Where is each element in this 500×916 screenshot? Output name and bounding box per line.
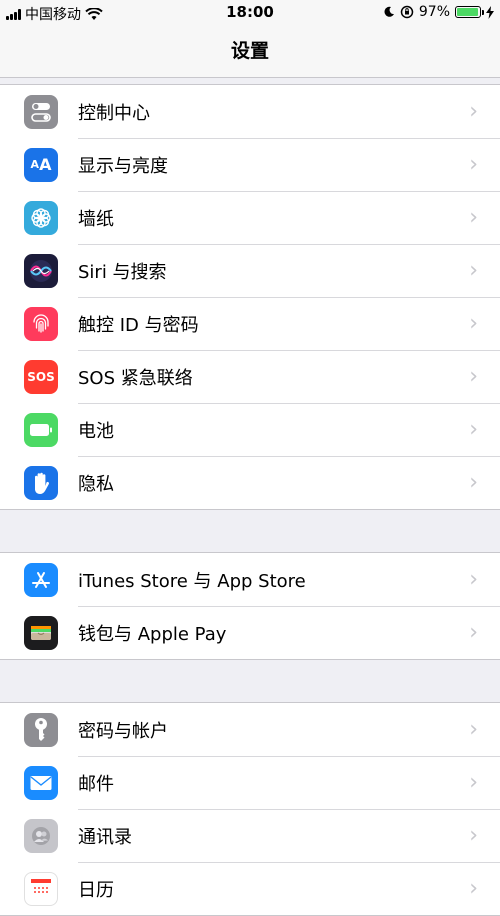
chevron-right-icon: › xyxy=(469,567,478,592)
page-title: 设置 xyxy=(230,40,269,62)
settings-row-display[interactable]: AA 显示与亮度 › xyxy=(0,138,500,191)
settings-row-label: 控制中心 xyxy=(78,102,150,124)
chevron-right-icon: › xyxy=(469,470,478,495)
settings-row-label: 通讯录 xyxy=(78,826,132,848)
settings-list: 控制中心 › AA 显示与亮度 › 墙纸 › Siri 与搜索 › 触控 ID … xyxy=(0,78,500,916)
display-brightness-icon: AA xyxy=(24,147,58,182)
chevron-right-icon: › xyxy=(469,364,478,389)
battery-icon xyxy=(24,412,58,447)
settings-row-contacts[interactable]: 通讯录 › xyxy=(0,809,500,862)
status-indicators: 97% xyxy=(383,4,494,20)
moon-icon xyxy=(384,6,394,17)
chevron-right-icon: › xyxy=(469,717,478,742)
key-icon xyxy=(24,712,58,747)
settings-group-system: 控制中心 › AA 显示与亮度 › 墙纸 › Siri 与搜索 › 触控 ID … xyxy=(0,84,500,510)
settings-group-apps: 密码与帐户 › 邮件 › 通讯录 › 日历 › xyxy=(0,702,500,916)
control-center-icon xyxy=(24,94,58,129)
settings-row-label: iTunes Store 与 App Store xyxy=(78,570,306,592)
chevron-right-icon: › xyxy=(469,770,478,795)
siri-icon xyxy=(24,253,58,288)
settings-row-siri[interactable]: Siri 与搜索 › xyxy=(0,244,500,297)
charging-bolt-icon xyxy=(486,5,494,19)
rotation-lock-icon xyxy=(400,5,414,19)
settings-row-battery[interactable]: 电池 › xyxy=(0,403,500,456)
sos-icon: SOS xyxy=(24,359,58,394)
settings-row-label: 墙纸 xyxy=(78,208,114,230)
settings-row-touch-id[interactable]: 触控 ID 与密码 › xyxy=(0,297,500,350)
navigation-bar: 设置 xyxy=(0,26,500,78)
privacy-hand-icon xyxy=(24,465,58,500)
settings-row-privacy[interactable]: 隐私 › xyxy=(0,456,500,509)
settings-row-wallet[interactable]: 钱包与 Apple Pay › xyxy=(0,606,500,659)
touch-id-icon xyxy=(24,306,58,341)
settings-row-label: 邮件 xyxy=(78,773,114,795)
settings-row-label: 钱包与 Apple Pay xyxy=(78,623,227,645)
settings-row-label: 触控 ID 与密码 xyxy=(78,314,199,336)
app-store-icon xyxy=(24,562,58,597)
contacts-icon xyxy=(24,818,58,853)
wallet-icon xyxy=(24,615,58,650)
chevron-right-icon: › xyxy=(469,823,478,848)
settings-row-label: 显示与亮度 xyxy=(78,155,168,177)
chevron-right-icon: › xyxy=(469,258,478,283)
settings-group-stores: iTunes Store 与 App Store › 钱包与 Apple Pay… xyxy=(0,552,500,660)
settings-row-control-center[interactable]: 控制中心 › xyxy=(0,85,500,138)
settings-row-mail[interactable]: 邮件 › xyxy=(0,756,500,809)
chevron-right-icon: › xyxy=(469,205,478,230)
chevron-right-icon: › xyxy=(469,152,478,177)
settings-row-app-store[interactable]: iTunes Store 与 App Store › xyxy=(0,553,500,606)
status-bar: 中国移动 18:00 97% xyxy=(0,0,500,26)
battery-fill xyxy=(457,8,479,16)
settings-row-label: SOS 紧急联络 xyxy=(78,367,193,389)
battery-percent: 97% xyxy=(418,4,450,20)
chevron-right-icon: › xyxy=(469,620,478,645)
settings-row-wallpaper[interactable]: 墙纸 › xyxy=(0,191,500,244)
battery-level-icon xyxy=(455,6,484,18)
settings-row-label: 电池 xyxy=(78,420,114,442)
mail-icon xyxy=(24,765,58,800)
settings-row-passwords-accounts[interactable]: 密码与帐户 › xyxy=(0,703,500,756)
settings-row-label: 密码与帐户 xyxy=(78,720,168,742)
wallpaper-icon xyxy=(24,200,58,235)
chevron-right-icon: › xyxy=(469,311,478,336)
chevron-right-icon: › xyxy=(469,99,478,124)
settings-row-label: Siri 与搜索 xyxy=(78,261,167,283)
chevron-right-icon: › xyxy=(469,417,478,442)
settings-row-emergency-sos[interactable]: SOS SOS 紧急联络 › xyxy=(0,350,500,403)
settings-row-label: 隐私 xyxy=(78,473,114,495)
